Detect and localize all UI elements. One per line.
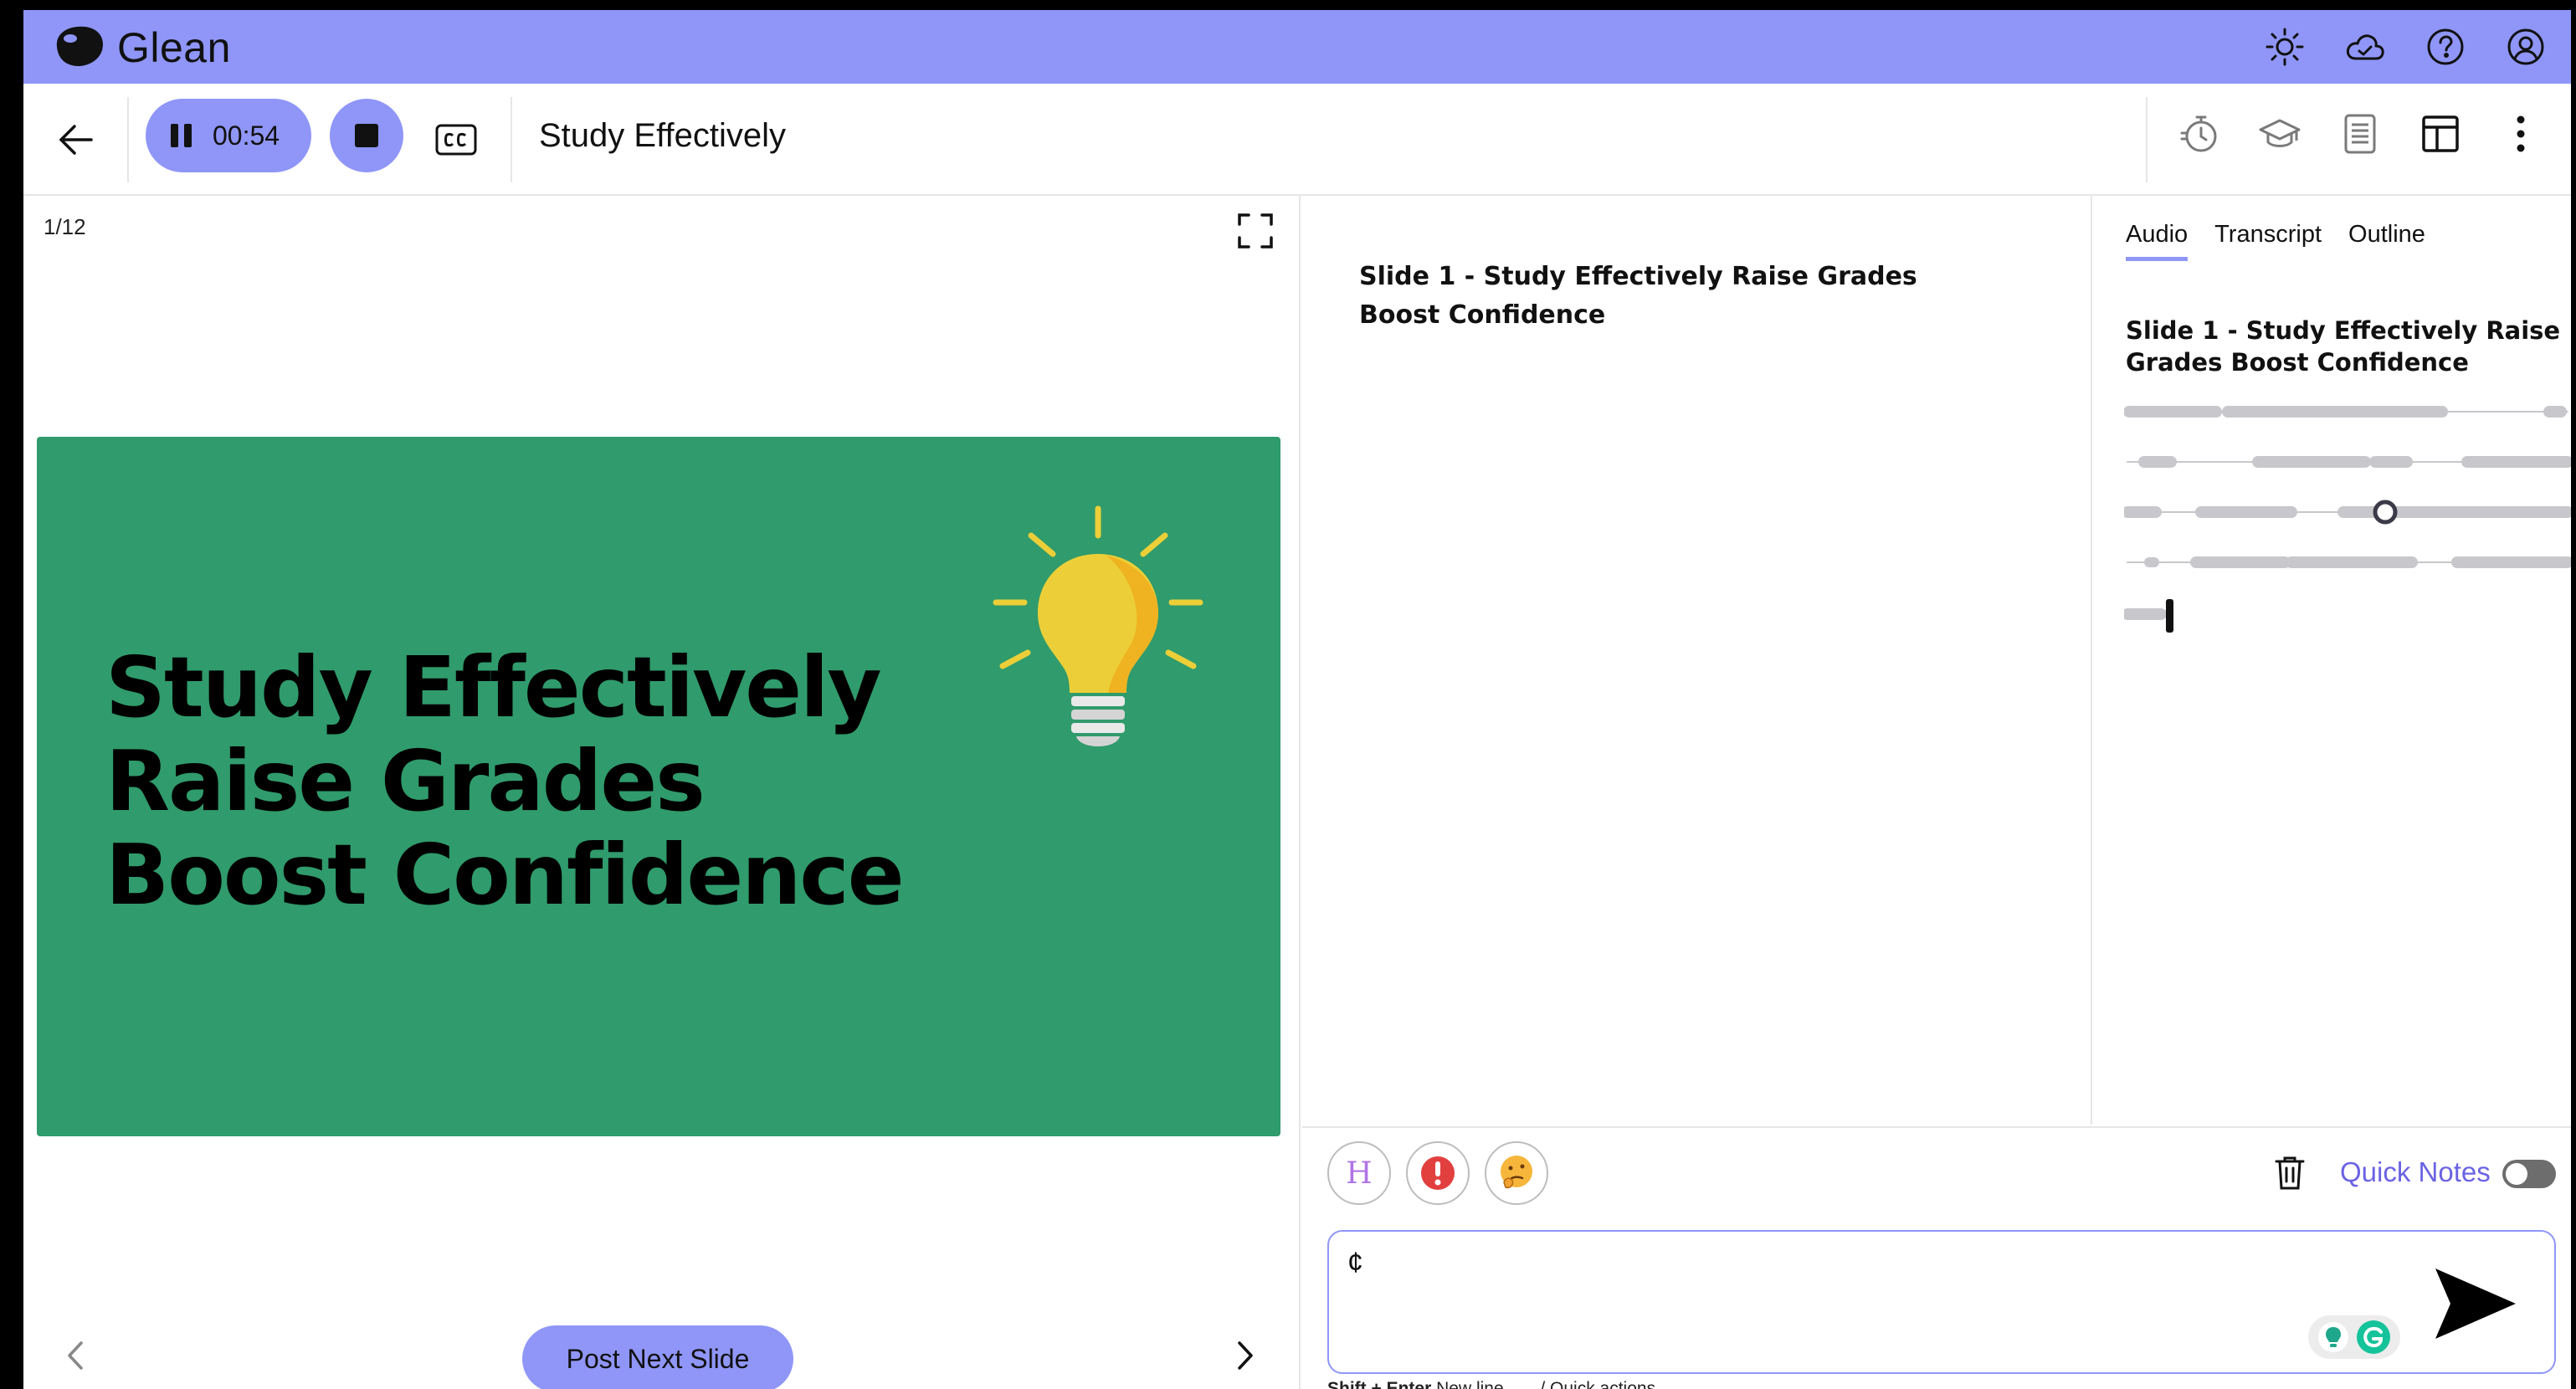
slide-heading-line: Raise Grades [105,732,706,830]
lightbulb-hint-icon [2318,1322,2348,1352]
trash-icon [2275,1156,2305,1190]
pause-icon [171,124,192,147]
toolbar: 00:54 Study Effectively [23,84,2571,196]
highlight-icon: H [1346,1156,1372,1190]
send-icon [2435,1269,2516,1339]
toolbar-divider [2146,97,2148,182]
important-reaction-button[interactable] [1406,1141,1470,1205]
audio-panel: Audio Transcript Outline Slide 1 - Study… [2094,196,2571,1125]
next-slide-button[interactable] [1220,1330,1270,1381]
svg-text:H: H [1346,1156,1372,1190]
stop-icon [355,124,378,147]
chevron-right-icon [1238,1341,1253,1370]
brand-bar: Glean [23,10,2571,84]
toolbar-divider [511,97,512,182]
tab-audio[interactable]: Audio [2126,221,2189,261]
help-icon[interactable] [2420,22,2471,72]
slide-heading: Study Effectively Raise Grades Boost Con… [105,638,905,924]
keyboard-hints: Shift + Enter New line / Quick actions [1327,1379,1655,1389]
clear-notes-button[interactable] [2265,1148,2315,1198]
toolbar-actions [2174,109,2546,159]
more-icon[interactable] [2496,109,2546,159]
note-input-value: ¢ [1347,1247,1363,1279]
hint-keys: Shift + Enter [1327,1379,1432,1389]
app-window: Glean 00:54 Study Effectively 1/12 Study… [23,10,2571,1389]
post-next-slide-button[interactable]: Post Next Slide [522,1325,793,1389]
back-button[interactable] [49,112,104,167]
panel-tabs: Audio Transcript Outline [2126,221,2425,261]
reaction-buttons: H [1327,1141,1548,1205]
grammarly-icon [2357,1320,2390,1354]
toolbar-divider [127,97,129,182]
hint-newline: New line [1436,1379,1504,1389]
tab-transcript[interactable]: Transcript [2214,221,2322,261]
notes-title: Slide 1 - Study Effectively Raise Grades… [1359,262,1917,330]
note-input[interactable]: ¢ [1327,1230,2556,1374]
playhead-marker-icon [2373,500,2398,525]
slide-heading-line: Study Effectively [105,638,882,736]
arrow-left-icon [59,125,93,155]
account-icon[interactable] [2501,22,2551,72]
slide-preview: Study Effectively Raise Grades Boost Con… [37,437,1280,1136]
slide-counter: 1/12 [44,214,86,239]
highlight-reaction-button[interactable]: H [1327,1141,1391,1205]
confused-reaction-button[interactable] [1485,1141,1548,1205]
slide-heading-line: Boost Confidence [105,826,905,924]
audio-title: Slide 1 - Study Effectively Raise Grades… [2126,316,2561,377]
audio-waveform[interactable] [2124,403,2571,654]
stop-button[interactable] [330,99,403,172]
captions-icon [435,124,477,156]
send-button[interactable] [2425,1262,2526,1345]
pause-button[interactable]: 00:54 [146,99,311,172]
confused-icon [1501,1156,1532,1189]
tab-outline[interactable]: Outline [2348,221,2425,261]
app-name: Glean [117,24,231,71]
fullscreen-icon [1238,213,1273,249]
document-icon[interactable] [2335,109,2385,159]
toggle-knob [2506,1163,2527,1185]
notes-panel: Slide 1 - Study Effectively Raise Grades… [1302,196,2092,1125]
sun-icon[interactable] [2260,22,2310,72]
document-title: Study Effectively [539,117,786,154]
previous-slide-button[interactable] [50,1330,100,1381]
slide-panel: 1/12 Study Effectively Raise Grades Boos… [23,196,1301,1389]
glean-logo-icon [56,26,104,67]
recording-timer: 00:54 [213,120,280,151]
captions-button[interactable] [428,112,484,167]
composer: H Quick Notes ¢ Shift + Enter New line /… [1302,1126,2571,1389]
important-icon [1421,1156,1455,1190]
layout-icon[interactable] [2415,109,2466,159]
playback-cursor [2166,599,2173,633]
cloud-icon[interactable] [2340,22,2390,72]
quick-notes-label: Quick Notes [2340,1156,2491,1187]
grammarly-widget[interactable] [2308,1315,2400,1359]
quick-notes-toggle[interactable] [2502,1160,2556,1188]
fullscreen-button[interactable] [1232,208,1279,254]
chevron-left-icon [68,1341,83,1370]
graduation-cap-icon[interactable] [2255,109,2305,159]
hint-actions: / Quick actions [1540,1379,1656,1389]
brand-icons [2260,22,2551,72]
lightbulb-icon [993,505,1203,746]
stopwatch-icon[interactable] [2174,109,2224,159]
